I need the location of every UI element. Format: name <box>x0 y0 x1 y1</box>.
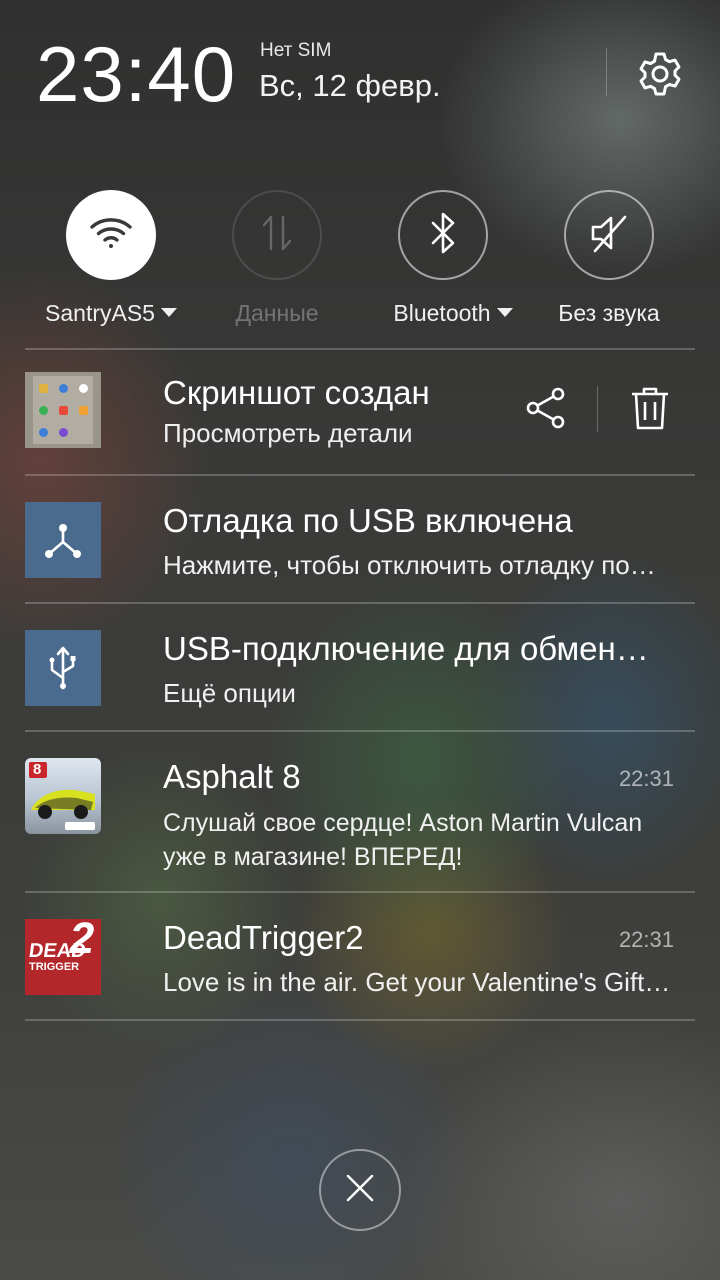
clear-all-button[interactable] <box>319 1149 401 1231</box>
asphalt-8-app-icon: 8 <box>25 758 101 834</box>
notification-time: 22:31 <box>618 927 674 952</box>
bluetooth-toggle[interactable] <box>398 190 488 280</box>
deadtrigger-logo-2: 2 <box>65 919 99 963</box>
wifi-toggle-label[interactable]: SantryAS5 <box>26 300 196 327</box>
notification-body: Слушай свое сердце! Aston Martin Vulcan … <box>163 809 643 871</box>
notification-subtitle: Love is in the air. Get your Valentine's… <box>163 967 671 997</box>
sim-status: Нет SIM <box>260 40 332 61</box>
bluetooth-menu-caret-icon[interactable] <box>496 308 513 318</box>
divider <box>25 602 695 604</box>
screenshot-thumbnail <box>25 372 101 448</box>
settings-gear-icon[interactable] <box>636 50 684 98</box>
asphalt-badge: 8 <box>33 761 42 778</box>
divider <box>25 474 695 476</box>
header-divider <box>606 48 607 96</box>
notification-time: 22:31 <box>618 766 674 791</box>
wifi-menu-caret-icon[interactable] <box>160 308 177 318</box>
notification-title: Отладка по USB включена <box>163 502 573 539</box>
divider <box>25 730 695 732</box>
notification-subtitle: Ещё опции <box>163 678 296 708</box>
share-icon[interactable] <box>524 386 568 430</box>
trash-icon[interactable] <box>628 386 672 430</box>
usb-debug-icon <box>25 502 101 578</box>
divider <box>25 348 695 350</box>
mobile-data-label: Данные <box>235 300 319 326</box>
divider <box>25 891 695 893</box>
wifi-toggle[interactable] <box>66 190 156 280</box>
mobile-data-toggle[interactable] <box>232 190 322 280</box>
clock-time: 23:40 <box>36 30 237 118</box>
date-label: Вс, 12 февр. <box>259 68 441 103</box>
usb-icon <box>25 630 101 706</box>
action-divider <box>597 386 598 432</box>
data-transfer-icon <box>255 211 299 260</box>
notification-title: Asphalt 8 <box>163 758 301 795</box>
notification-subtitle: Просмотреть детали <box>163 418 413 448</box>
notification-subtitle: Нажмите, чтобы отключить отладку по USB. <box>163 550 658 580</box>
notification-title: USB-подключение для обмена файлами <box>163 630 663 667</box>
notification-title: DeadTrigger2 <box>163 919 364 956</box>
deadtrigger2-app-icon: DEAD TRIGGER 2 <box>25 919 101 995</box>
mute-label[interactable]: Без звука <box>524 300 694 327</box>
divider <box>25 1019 695 1021</box>
bluetooth-icon <box>428 211 458 260</box>
mute-icon <box>587 211 631 260</box>
close-icon <box>345 1173 375 1208</box>
wifi-icon <box>89 215 133 256</box>
bluetooth-toggle-label[interactable]: Bluetooth <box>368 300 538 327</box>
notification-title: Скриншот создан <box>163 374 430 411</box>
mute-toggle[interactable] <box>564 190 654 280</box>
